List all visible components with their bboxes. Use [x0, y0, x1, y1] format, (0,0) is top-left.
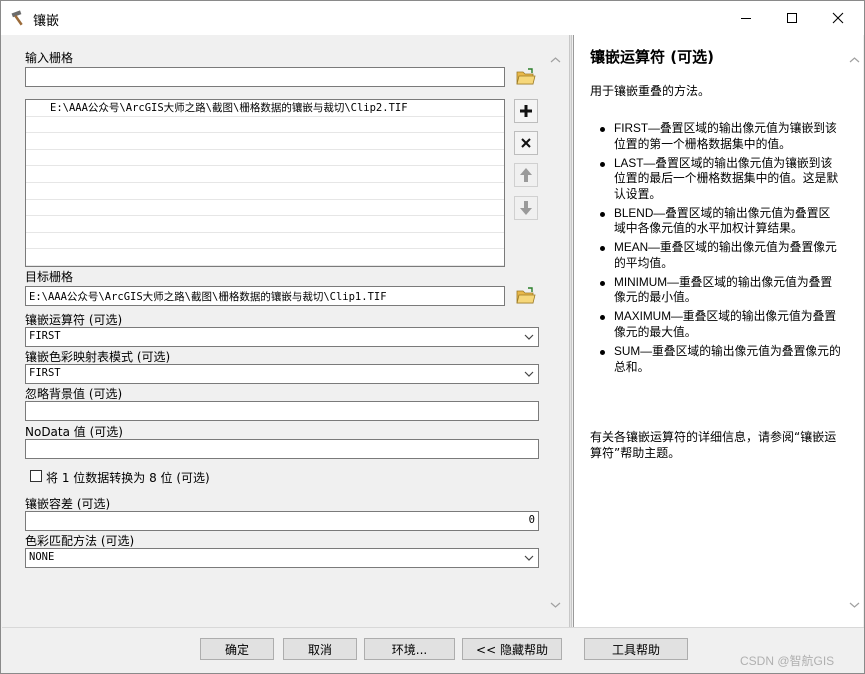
chevron-down-icon — [524, 555, 534, 561]
cancel-button[interactable]: 取消 — [283, 638, 357, 660]
ignore-background-field[interactable] — [25, 401, 539, 421]
mosaic-tolerance-label: 镶嵌容差 (可选) — [25, 497, 111, 511]
convert-1bit-label: 将 1 位数据转换为 8 位 (可选) — [46, 471, 210, 485]
add-item-button[interactable] — [514, 99, 538, 123]
help-scrollbar[interactable] — [846, 47, 862, 625]
nodata-field[interactable] — [25, 439, 539, 459]
bullet-icon — [600, 246, 605, 252]
colormap-mode-label: 镶嵌色彩映射表模式 (可选) — [25, 350, 171, 364]
target-raster-field[interactable]: E:\AAA公众号\ArcGIS大师之路\截图\栅格数据的镶嵌与裁切\Clip1… — [25, 286, 505, 306]
input-rasters-list[interactable]: E:\AAA公众号\ArcGIS大师之路\截图\栅格数据的镶嵌与裁切\Clip2… — [25, 99, 505, 267]
help-item-text: FIRST—叠置区域的输出像元值为镶嵌到该位置的第一个栅格数据集中的值。 — [614, 121, 837, 151]
help-list-item: MINIMUM—重叠区域的输出像元值为叠置像元的最小值。 — [600, 274, 842, 306]
hide-help-button[interactable]: << 隐藏帮助 — [462, 638, 562, 660]
open-folder-icon — [516, 287, 536, 304]
mosaic-operator-value: FIRST — [29, 330, 61, 342]
help-title: 镶嵌运算符 (可选) — [590, 48, 714, 66]
tool-dialog: 镶嵌 输入栅格 E:\AAA公众号\ArcGIS大师之路\截图\栅格数据的镶嵌与… — [0, 0, 865, 674]
remove-item-button[interactable] — [514, 131, 538, 155]
help-item-text: MAXIMUM—重叠区域的输出像元值为叠置像元的最大值。 — [614, 309, 837, 339]
list-item[interactable]: E:\AAA公众号\ArcGIS大师之路\截图\栅格数据的镶嵌与裁切\Clip2… — [26, 100, 504, 117]
color-matching-value: NONE — [29, 551, 55, 563]
list-item-empty — [26, 117, 504, 134]
list-item-empty — [26, 150, 504, 167]
parameters-pane: 输入栅格 E:\AAA公众号\ArcGIS大师之路\截图\栅格数据的镶嵌与裁切\… — [2, 35, 568, 627]
x-remove-icon — [521, 138, 531, 148]
button-bar: 确定 取消 环境... << 隐藏帮助 工具帮助 CSDN @智航GIS — [2, 627, 864, 673]
help-list-item: MEAN—重叠区域的输出像元值为叠置像元的平均值。 — [600, 240, 842, 271]
color-matching-select[interactable]: NONE — [25, 548, 539, 568]
plus-icon — [520, 105, 532, 117]
help-item-text: SUM—重叠区域的输出像元值为叠置像元的总和。 — [614, 344, 841, 374]
list-item-empty — [26, 133, 504, 150]
ignore-background-label: 忽略背景值 (可选) — [25, 387, 123, 401]
mosaic-operator-label: 镶嵌运算符 (可选) — [25, 313, 123, 327]
help-footer: 有关各镶嵌运算符的详细信息，请参阅“镶嵌运算符”帮助主题。 — [590, 430, 837, 460]
pane-splitter[interactable] — [569, 35, 572, 627]
arrow-up-icon — [520, 168, 532, 182]
chevron-down-icon — [524, 334, 534, 340]
ok-button[interactable]: 确定 — [200, 638, 274, 660]
chevron-down-icon — [524, 371, 534, 377]
help-list-item: BLEND—叠置区域的输出像元值为叠置区域中各像元值的水平加权计算结果。 — [600, 205, 842, 237]
maximize-button[interactable] — [769, 1, 815, 35]
open-folder-icon — [516, 68, 536, 85]
bullet-icon — [600, 280, 605, 286]
nodata-label: NoData 值 (可选) — [25, 425, 123, 439]
mosaic-tolerance-field[interactable]: 0 — [25, 511, 539, 531]
list-item-empty — [26, 216, 504, 233]
colormap-mode-value: FIRST — [29, 367, 61, 379]
list-item-empty — [26, 249, 504, 266]
bullet-icon — [600, 211, 605, 217]
color-matching-label: 色彩匹配方法 (可选) — [25, 534, 135, 548]
help-list-item: FIRST—叠置区域的输出像元值为镶嵌到该位置的第一个栅格数据集中的值。 — [600, 121, 842, 152]
list-item-empty — [26, 200, 504, 217]
mosaic-operator-select[interactable]: FIRST — [25, 327, 539, 347]
environments-button[interactable]: 环境... — [364, 638, 455, 660]
bullet-icon — [600, 161, 605, 167]
close-button[interactable] — [815, 1, 861, 35]
list-item-empty — [26, 233, 504, 250]
list-item-empty — [26, 166, 504, 183]
convert-1bit-checkbox[interactable] — [30, 470, 42, 482]
list-item-empty — [26, 183, 504, 200]
help-item-text: MINIMUM—重叠区域的输出像元值为叠置像元的最小值。 — [614, 274, 833, 305]
bullet-icon — [600, 350, 605, 356]
browse-input-button[interactable] — [514, 66, 538, 88]
scroll-up-icon[interactable] — [849, 55, 860, 66]
browse-target-button[interactable] — [514, 285, 538, 307]
tool-help-button[interactable]: 工具帮助 — [584, 638, 688, 660]
maximize-icon — [787, 13, 797, 23]
close-icon — [832, 12, 844, 24]
help-list-item: LAST—叠置区域的输出像元值为镶嵌到该位置的最后一个栅格数据集中的值。这是默认… — [600, 155, 842, 203]
watermark: CSDN @智航GIS — [740, 654, 835, 668]
title-bar: 镶嵌 — [1, 1, 864, 35]
colormap-mode-select[interactable]: FIRST — [25, 364, 539, 384]
help-item-text: LAST—叠置区域的输出像元值为镶嵌到该位置的最后一个栅格数据集中的值。这是默认… — [614, 155, 839, 201]
scroll-down-icon[interactable] — [550, 599, 561, 610]
parameters-scrollbar[interactable] — [547, 47, 564, 625]
help-list-item: MAXIMUM—重叠区域的输出像元值为叠置像元的最大值。 — [600, 309, 842, 340]
help-intro: 用于镶嵌重叠的方法。 — [590, 84, 711, 98]
window-title: 镶嵌 — [33, 14, 60, 29]
help-list-item: SUM—重叠区域的输出像元值为叠置像元的总和。 — [600, 344, 842, 375]
bullet-icon — [600, 315, 605, 321]
input-rasters-field[interactable] — [25, 67, 505, 87]
help-pane: 镶嵌运算符 (可选) 用于镶嵌重叠的方法。 FIRST—叠置区域的输出像元值为镶… — [573, 35, 863, 627]
help-operator-list: FIRST—叠置区域的输出像元值为镶嵌到该位置的第一个栅格数据集中的值。 LAS… — [600, 121, 842, 379]
help-item-text: BLEND—叠置区域的输出像元值为叠置区域中各像元值的水平加权计算结果。 — [614, 205, 831, 236]
move-down-button[interactable] — [514, 196, 538, 220]
target-raster-label: 目标栅格 — [25, 270, 74, 284]
bullet-icon — [600, 127, 605, 132]
scroll-down-icon[interactable] — [849, 599, 860, 610]
minimize-icon — [741, 18, 751, 19]
minimize-button[interactable] — [723, 1, 769, 35]
help-item-text: MEAN—重叠区域的输出像元值为叠置像元的平均值。 — [614, 240, 837, 270]
arrow-down-icon — [520, 201, 532, 215]
move-up-button[interactable] — [514, 163, 538, 187]
hammer-icon — [10, 9, 28, 27]
input-rasters-label: 输入栅格 — [25, 51, 74, 65]
scroll-up-icon[interactable] — [550, 55, 561, 66]
